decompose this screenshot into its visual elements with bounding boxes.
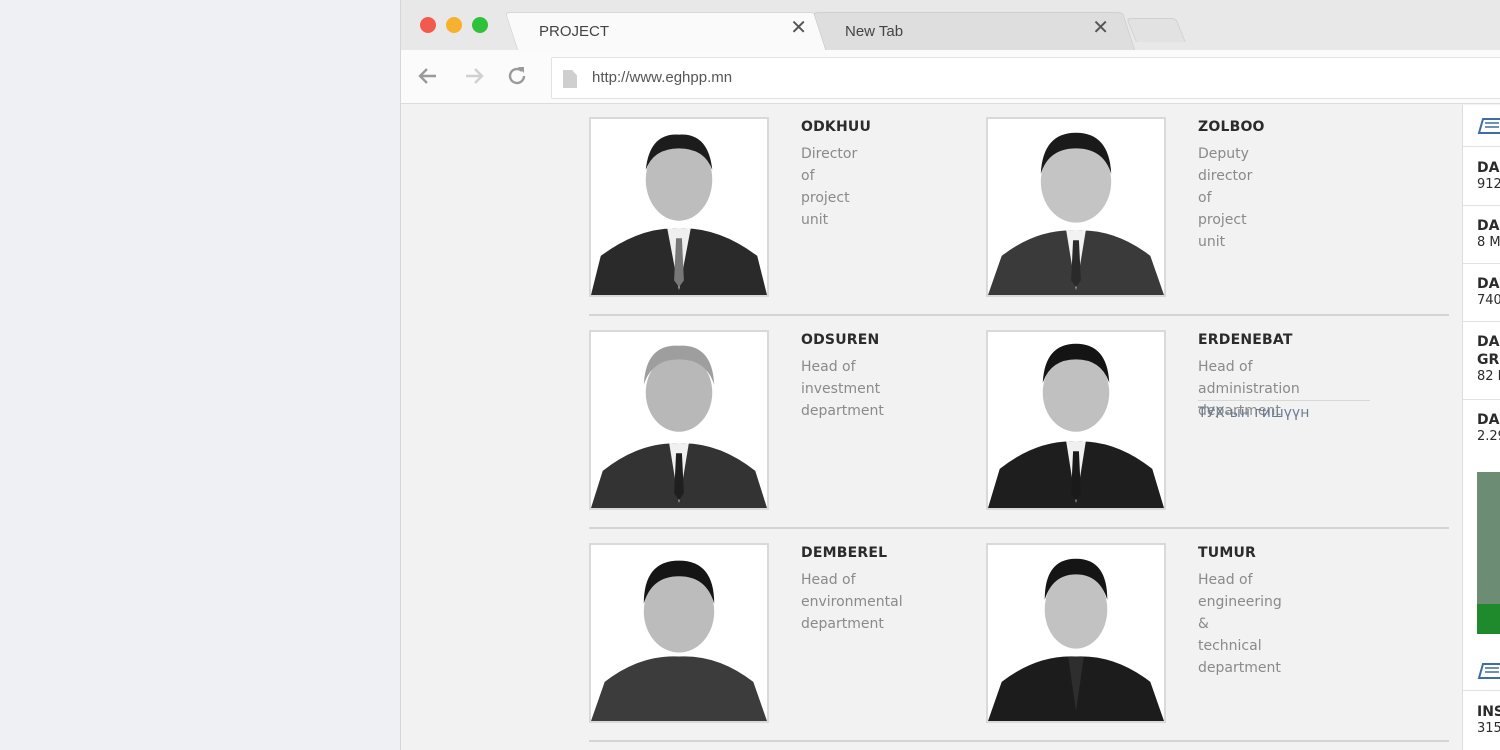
address-url[interactable]: http://www.eghpp.mn <box>592 69 732 86</box>
portrait-photo <box>589 330 769 510</box>
member-title-line: Head of environmental <box>801 572 903 610</box>
member-title-line: Director of project unit <box>801 146 858 228</box>
sidebar-stat: DA 8 M <box>1477 218 1500 250</box>
minimize-window-button[interactable] <box>446 17 462 33</box>
member-title: Head of environmental department <box>801 569 903 635</box>
member-title: Head of engineering & technical departme… <box>1198 569 1282 679</box>
toolbar: http://www.eghpp.mn <box>401 50 1500 104</box>
page-content: ODKHUU Director of project unit ZOLBOO D… <box>401 105 1500 750</box>
portrait-photo <box>589 543 769 723</box>
maximize-window-button[interactable] <box>472 17 488 33</box>
member-title: Director of project unit <box>801 143 857 231</box>
portrait-photo <box>986 330 1166 510</box>
row-divider <box>589 527 1449 529</box>
member-title-line: technical department <box>1198 638 1281 676</box>
close-window-button[interactable] <box>420 17 436 33</box>
forward-arrow-icon[interactable] <box>461 63 487 89</box>
dam-icon <box>1477 660 1500 680</box>
member-name: ERDENEBAT <box>1198 332 1293 348</box>
address-bar[interactable]: http://www.eghpp.mn <box>551 57 1500 99</box>
tab-close-icon[interactable]: ✕ <box>790 18 807 38</box>
tab-strip: PROJECT ✕ New Tab ✕ <box>401 0 1500 50</box>
sidebar-stat: DA 2.29 <box>1477 412 1500 444</box>
portrait-photo <box>986 117 1166 297</box>
row-divider <box>589 314 1449 316</box>
tab-close-icon[interactable]: ✕ <box>1092 18 1109 38</box>
member-title-line: department <box>801 616 884 632</box>
member-title-line: Head of administration <box>1198 359 1300 397</box>
sidebar-banner-image[interactable] <box>1477 472 1500 634</box>
back-arrow-icon[interactable] <box>415 63 441 89</box>
member-name: ZOLBOO <box>1198 119 1265 135</box>
member-name: ODKHUU <box>801 119 872 135</box>
member-name: TUMUR <box>1198 545 1256 561</box>
tab-title: New Tab <box>845 23 904 40</box>
sidebar-stat: DA 912 <box>1477 160 1500 192</box>
sidebar-stat: DA GRO 82 M <box>1477 334 1500 384</box>
new-tab-button[interactable] <box>1126 18 1186 42</box>
member-name: DEMBEREL <box>801 545 888 561</box>
tab-project[interactable]: PROJECT ✕ <box>504 12 828 50</box>
member-title-line: Head of engineering & <box>1198 572 1282 632</box>
browser-window: PROJECT ✕ New Tab ✕ http://www.eghpp.mn <box>400 0 1500 750</box>
member-title-line: Head of investment <box>801 359 881 397</box>
dam-icon <box>1477 115 1500 135</box>
tab-title: PROJECT <box>539 23 610 40</box>
member-title: Head of investment department <box>801 356 884 422</box>
page-icon <box>563 70 577 88</box>
member-role-link[interactable]: ТУХ-ын гишүүн <box>1198 400 1370 421</box>
sidebar-stat: DA 740 <box>1477 276 1500 308</box>
member-title: Deputy director of project unit <box>1198 143 1252 253</box>
reload-icon[interactable] <box>504 63 530 89</box>
member-title-line: Deputy director of project <box>1198 146 1253 228</box>
row-divider <box>589 740 1449 742</box>
member-title-line: department <box>801 403 884 419</box>
member-title-line: unit <box>1198 234 1226 250</box>
portrait-photo <box>986 543 1166 723</box>
stats-sidebar: DA 912 DA 8 M DA 740 DA GRO 82 M DA <box>1462 105 1500 750</box>
portrait-photo <box>589 117 769 297</box>
tab-new-tab[interactable]: New Tab ✕ <box>812 12 1136 50</box>
member-name: ODSUREN <box>801 332 880 348</box>
sidebar-stat: INS 315 <box>1477 704 1500 736</box>
